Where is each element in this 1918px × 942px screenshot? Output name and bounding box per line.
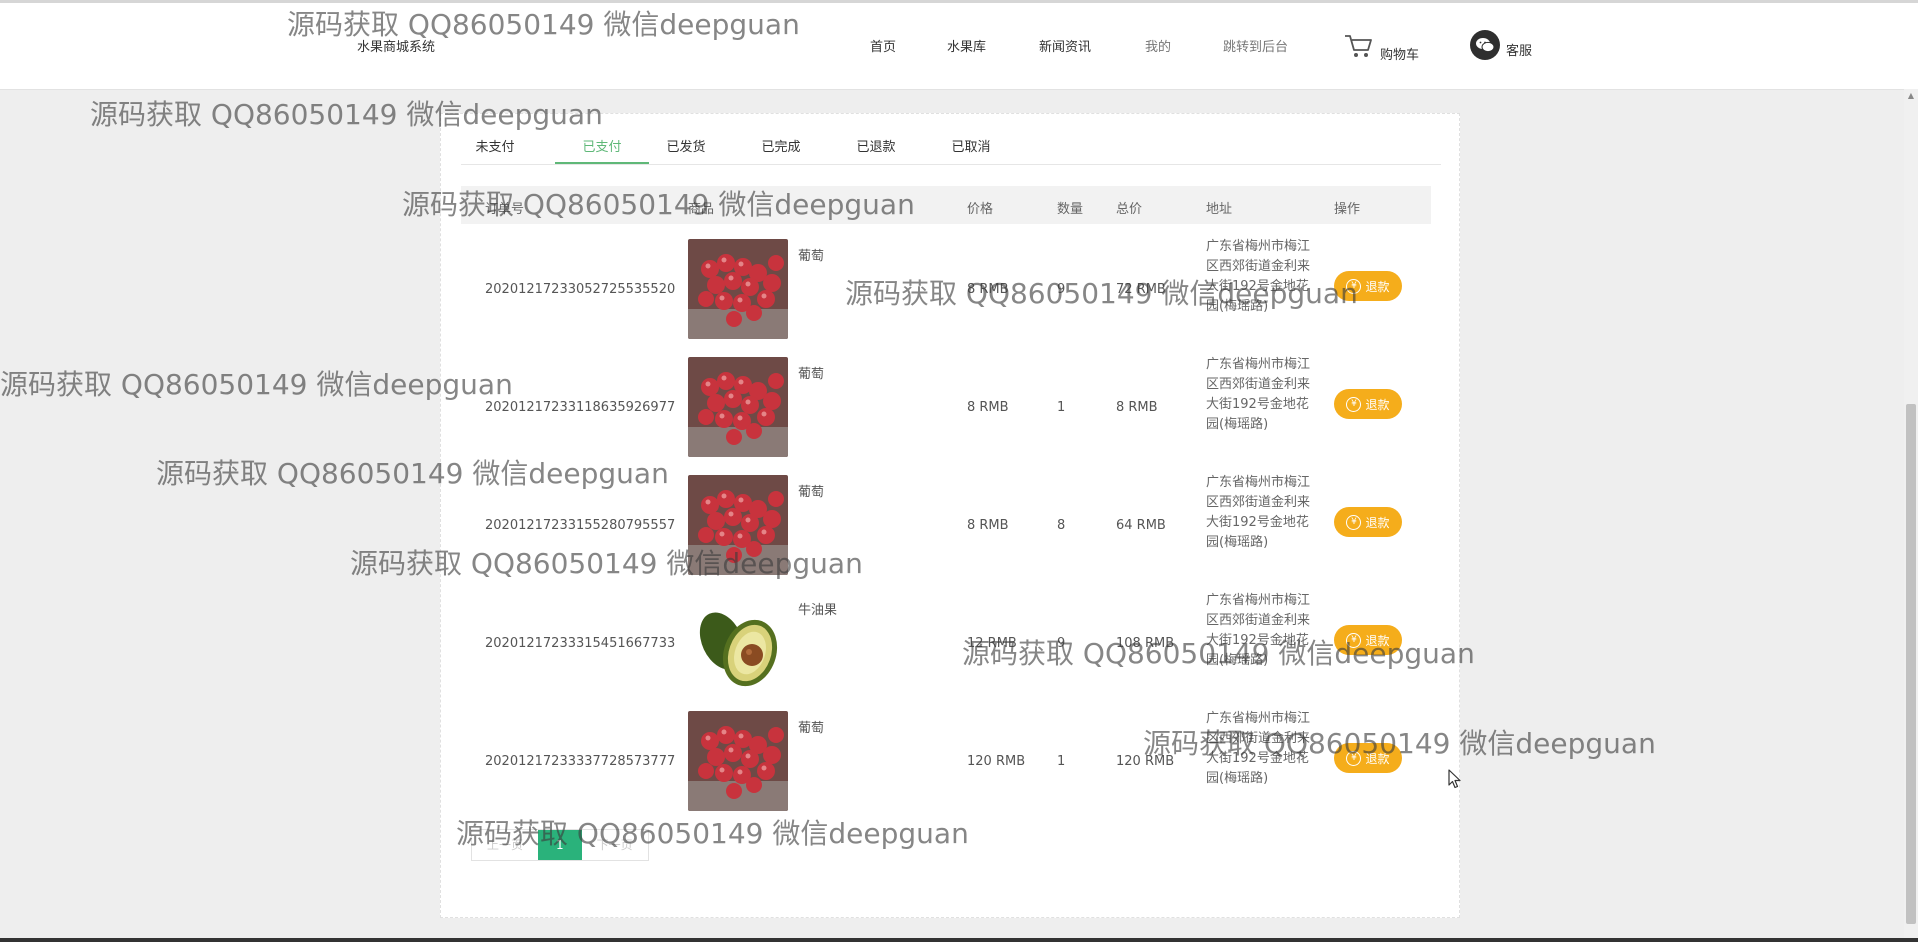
quantity: 8 — [1057, 518, 1066, 533]
th-action: 操作 — [1334, 202, 1361, 217]
nav-home[interactable]: 首页 — [870, 36, 896, 55]
cart-label: 购物车 — [1380, 47, 1420, 63]
order-number: 20201217233052725535520 — [485, 282, 676, 297]
refund-button[interactable]: ¥ 退款 — [1334, 625, 1402, 655]
th-total: 总价 — [1116, 202, 1143, 217]
yen-icon: ¥ — [1346, 750, 1362, 766]
orders-panel: 未支付 已支付 已发货 已完成 已退款 已取消 订单号 商品 价格 数量 总价 … — [440, 113, 1460, 918]
tab-unpaid[interactable]: 未支付 — [467, 136, 523, 164]
unit-price: 8 RMB — [967, 282, 1009, 297]
tab-paid[interactable]: 已支付 — [555, 136, 649, 164]
product-name[interactable]: 葡萄 — [798, 717, 824, 736]
total-price: 120 RMB — [1116, 754, 1175, 769]
product-name[interactable]: 葡萄 — [798, 363, 824, 382]
product-image[interactable] — [688, 711, 788, 811]
shipping-address: 广东省梅州市梅江区西郊街道金利来大街192号金地花园(梅瑶路) — [1206, 475, 1311, 550]
product-image[interactable] — [688, 357, 788, 457]
refund-label: 退款 — [1365, 397, 1390, 412]
shipping-address: 广东省梅州市梅江区西郊街道金利来大街192号金地花园(梅瑶路) — [1206, 239, 1311, 314]
table-row: 20201217233315451667733 牛油果 12 RMB 9 108… — [461, 587, 1431, 705]
yen-icon: ¥ — [1346, 632, 1362, 648]
prev-page-button[interactable]: 上一页 — [472, 830, 539, 860]
product-name[interactable]: 牛油果 — [798, 599, 837, 618]
cart-link[interactable]: 购物车 — [1344, 33, 1419, 63]
product-image[interactable] — [688, 475, 788, 575]
site-header: 水果商城系统 首页 水果库 新闻资讯 我的 跳转到后台 购物车 客服 — [0, 3, 1918, 90]
scrollbar-thumb[interactable] — [1906, 404, 1916, 924]
th-qty: 数量 — [1057, 202, 1084, 217]
refund-button[interactable]: ¥ 退款 — [1334, 389, 1402, 419]
wechat-icon — [1470, 30, 1500, 60]
quantity: 1 — [1057, 754, 1066, 769]
refund-label: 退款 — [1365, 515, 1390, 530]
site-brand[interactable]: 水果商城系统 — [357, 36, 435, 55]
yen-icon: ¥ — [1346, 396, 1362, 412]
page-1-button[interactable]: 1 — [538, 830, 582, 860]
service-label: 客服 — [1506, 43, 1533, 59]
window-bottom-strip — [0, 938, 1918, 942]
pagination: 上一页 1 下一页 — [471, 829, 649, 861]
total-price: 64 RMB — [1116, 518, 1166, 533]
order-number: 20201217233155280795557 — [485, 518, 676, 533]
shipping-address: 广东省梅州市梅江区西郊街道金利来大街192号金地花园(梅瑶路) — [1206, 357, 1311, 432]
refund-button[interactable]: ¥ 退款 — [1334, 271, 1402, 301]
service-link[interactable]: 客服 — [1470, 30, 1532, 60]
refund-button[interactable]: ¥ 退款 — [1334, 507, 1402, 537]
mouse-cursor-icon — [1448, 769, 1462, 793]
cart-icon — [1344, 33, 1374, 63]
unit-price: 120 RMB — [967, 754, 1026, 769]
shipping-address: 广东省梅州市梅江区西郊街道金利来大街192号金地花园(梅瑶路) — [1206, 593, 1311, 668]
product-image[interactable] — [688, 239, 788, 339]
tab-cancelled[interactable]: 已取消 — [943, 136, 999, 164]
scroll-up-arrow-icon[interactable]: ▲ — [1906, 91, 1916, 101]
product-image[interactable] — [688, 593, 788, 693]
unit-price: 8 RMB — [967, 400, 1009, 415]
table-row: 20201217233155280795557 葡萄 8 RMB 8 64 RM… — [461, 469, 1431, 587]
table-row: 20201217233337728573777 葡萄 120 RMB 1 120… — [461, 705, 1431, 823]
order-number: 20201217233315451667733 — [485, 636, 676, 651]
total-price: 108 RMB — [1116, 636, 1175, 651]
tab-completed[interactable]: 已完成 — [753, 136, 809, 164]
product-name[interactable]: 葡萄 — [798, 481, 824, 500]
nav-mine[interactable]: 我的 — [1145, 36, 1171, 55]
nav-news[interactable]: 新闻资讯 — [1039, 36, 1091, 55]
th-product: 商品 — [688, 202, 715, 217]
th-order-no: 订单号 — [485, 202, 525, 217]
th-address: 地址 — [1206, 202, 1233, 217]
product-name[interactable]: 葡萄 — [798, 245, 824, 264]
total-price: 72 RMB — [1116, 282, 1166, 297]
table-row: 20201217233052725535520 葡萄 8 RMB 9 72 RM… — [461, 233, 1431, 351]
order-number: 20201217233337728573777 — [485, 754, 676, 769]
quantity: 9 — [1057, 636, 1066, 651]
quantity: 9 — [1057, 282, 1066, 297]
refund-label: 退款 — [1365, 633, 1390, 648]
tab-shipped[interactable]: 已发货 — [658, 136, 714, 164]
watermark: 源码获取 QQ86050149 微信deepguan — [0, 368, 513, 401]
unit-price: 12 RMB — [967, 636, 1017, 651]
unit-price: 8 RMB — [967, 518, 1009, 533]
yen-icon: ¥ — [1346, 278, 1362, 294]
order-status-tabs: 未支付 已支付 已发货 已完成 已退款 已取消 — [461, 114, 1441, 165]
table-header: 订单号 商品 价格 数量 总价 地址 操作 — [461, 186, 1431, 224]
table-row: 20201217233118635926977 葡萄 8 RMB 1 8 RMB — [461, 351, 1431, 469]
next-page-button[interactable]: 下一页 — [581, 830, 648, 860]
tab-refunded[interactable]: 已退款 — [848, 136, 904, 164]
nav-fruit-library[interactable]: 水果库 — [947, 36, 986, 55]
nav-admin[interactable]: 跳转到后台 — [1223, 36, 1288, 55]
quantity: 1 — [1057, 400, 1066, 415]
shipping-address: 广东省梅州市梅江区西郊街道金利来大街192号金地花园(梅瑶路) — [1206, 711, 1311, 786]
refund-label: 退款 — [1365, 279, 1390, 294]
order-number: 20201217233118635926977 — [485, 400, 676, 415]
yen-icon: ¥ — [1346, 514, 1362, 530]
total-price: 8 RMB — [1116, 400, 1158, 415]
refund-button[interactable]: ¥ 退款 — [1334, 743, 1402, 773]
th-price: 价格 — [967, 202, 994, 217]
refund-label: 退款 — [1365, 751, 1390, 766]
